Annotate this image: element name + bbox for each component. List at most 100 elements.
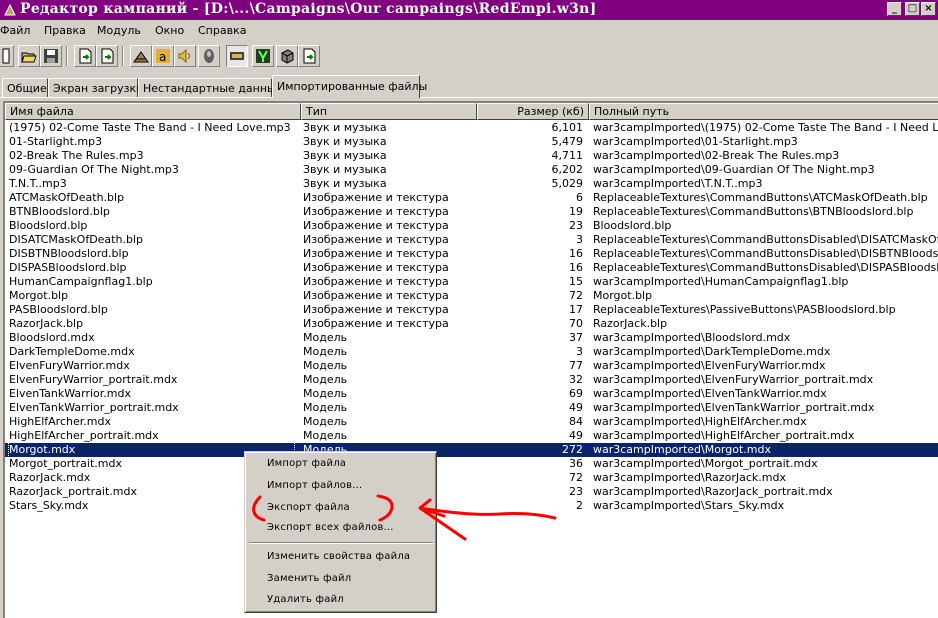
menu-file-properties[interactable]: Изменить свойства файла	[267, 551, 410, 562]
column-header-path[interactable]: Полный путь	[589, 103, 938, 120]
menu-module[interactable]: Модуль	[97, 24, 141, 37]
cell-path: ReplaceableTextures\CommandButtons\BTNBl…	[593, 205, 914, 218]
table-row[interactable]: (1975) 02-Come Taste The Band - I Need L…	[5, 121, 938, 135]
table-row[interactable]: ElvenTankWarrior_portrait.mdx Модель 49 war…	[5, 401, 938, 415]
menu-file[interactable]: Файл	[0, 24, 30, 37]
tab-loading-screen[interactable]: Экран загрузки	[48, 78, 143, 97]
table-row[interactable]: 02-Break The Rules.mp3 Звук и музыка 4,711…	[5, 149, 938, 163]
minimize-button[interactable]: _	[887, 2, 902, 16]
tab-imported-files[interactable]: Импортированные файлы	[272, 75, 427, 98]
table-row[interactable]: T.N.T..mp3 Звук и музыка 5,029 war3campImpo…	[5, 177, 938, 191]
menu-export-file[interactable]: Экспорт файла	[267, 502, 350, 513]
table-row[interactable]: Bloodslord.blp Изображение и текстура 23 Bl…	[5, 219, 938, 233]
table-row[interactable]: ElvenTankWarrior.mdx Модель 69 war3campImpo…	[5, 387, 938, 401]
menu-replace-file[interactable]: Заменить файл	[267, 573, 351, 584]
table-row[interactable]: DISBTNBloodslord.blp Изображение и тексту…	[5, 247, 938, 261]
imported-files-button[interactable]	[298, 45, 320, 67]
column-header-type[interactable]: Тип	[301, 103, 477, 120]
new-icon	[2, 48, 10, 64]
table-row[interactable]: HighElfArcher_portrait.mdx Модель 49 war3ca…	[5, 429, 938, 443]
menu-delete-file[interactable]: Удалить файл	[267, 594, 344, 605]
tab-custom-data[interactable]: Нестандартные данные	[138, 78, 283, 97]
menu-export-all-files[interactable]: Экспорт всех файлов...	[267, 522, 394, 533]
cell-size: 5,479	[551, 135, 584, 148]
table-row[interactable]: HighElfArcher.mdx Модель 84 war3campImporte…	[5, 415, 938, 429]
cell-path: war3campImported\(1975) 02-Come Taste Th…	[593, 121, 938, 134]
table-row[interactable]: BTNBloodslord.blp Изображение и текстура 1…	[5, 205, 938, 219]
terrain-icon	[133, 51, 149, 63]
cell-filename: DISBTNBloodslord.blp	[9, 247, 129, 260]
unit-button[interactable]	[198, 45, 220, 67]
cell-size: 5,029	[551, 177, 584, 190]
table-row[interactable]: 09-Guardian Of The Night.mp3 Звук и музык…	[5, 163, 938, 177]
text-icon: a	[156, 49, 170, 64]
column-header-size[interactable]: Размер (кб)	[477, 103, 589, 120]
table-row[interactable]: Morgot.blp Изображение и текстура 72 Morgot…	[5, 289, 938, 303]
open-button[interactable]	[18, 45, 40, 67]
cell-filename: ElvenTankWarrior_portrait.mdx	[9, 401, 179, 414]
table-row[interactable]: Morgot_portrait.mdxМодель36war3campImpor…	[5, 457, 938, 471]
table-row[interactable]: Stars_Sky.mdxМодель2war3campImported\Sta…	[5, 499, 938, 513]
cell-path: war3campImported\02-Break The Rules.mp3	[593, 149, 840, 162]
imported-files-list[interactable]: Имя файла Тип Размер (кб) Полный путь (1…	[3, 101, 938, 618]
cell-type: Изображение и текстура	[303, 317, 449, 330]
new-button[interactable]	[0, 45, 14, 67]
table-row[interactable]: DarkTempleDome.mdx Модель 3 war3campImporte…	[5, 345, 938, 359]
cell-type: Изображение и текстура	[303, 303, 449, 316]
menu-import-file[interactable]: Импорт файла	[267, 458, 346, 469]
close-button[interactable]: ×	[921, 2, 936, 16]
cell-filename: DarkTempleDome.mdx	[9, 345, 135, 358]
cell-size: 3	[576, 233, 583, 246]
object-button[interactable]	[276, 45, 298, 67]
cell-type: Модель	[303, 401, 348, 414]
table-row[interactable]: Morgot.mdx Модель 272 war3campImported\Morg…	[5, 442, 938, 458]
table-row[interactable]: DISPASBloodslord.blp Изображение и тексту…	[5, 261, 938, 275]
sound-button[interactable]	[174, 45, 196, 67]
cell-size: 23	[569, 485, 583, 498]
cell-path: war3campImported\01-Starlight.mp3	[593, 135, 798, 148]
cell-path: war3campImported\HighElfArcher.mdx	[593, 415, 807, 428]
table-row[interactable]: Bloodslord.mdx Модель 37 war3campImported\B…	[5, 331, 938, 345]
column-header-filename[interactable]: Имя файла	[5, 103, 301, 120]
table-row[interactable]: ElvenFuryWarrior_portrait.mdx Модель 32 war…	[5, 373, 938, 387]
menu-help[interactable]: Справка	[198, 24, 246, 37]
list-header: Имя файла Тип Размер (кб) Полный путь	[5, 103, 938, 120]
cell-path: war3campImported\Stars_Sky.mdx	[593, 499, 785, 512]
save-button[interactable]	[40, 45, 62, 67]
cell-filename: ATCMaskOfDeath.blp	[9, 191, 125, 204]
cell-type: Изображение и текстура	[303, 233, 449, 246]
menu-separator	[249, 542, 433, 544]
table-row[interactable]: 01-Starlight.mp3 Звук и музыка 5,479 war3ca…	[5, 135, 938, 149]
context-menu: Импорт файла Импорт файлов... Экспорт фа…	[244, 451, 437, 613]
cell-filename: HumanCampaignflag1.blp	[9, 275, 153, 288]
export-button[interactable]	[96, 45, 118, 67]
cell-filename: BTNBloodslord.blp	[9, 205, 110, 218]
cell-filename: RazorJack.blp	[9, 317, 84, 330]
cell-size: 36	[569, 457, 583, 470]
cell-size: 37	[569, 331, 583, 344]
loading-screen-button[interactable]	[226, 45, 248, 67]
cell-type: Модель	[303, 345, 348, 358]
cell-filename: 01-Starlight.mp3	[9, 135, 103, 148]
menu-window[interactable]: Окно	[155, 24, 184, 37]
menu-import-files[interactable]: Импорт файлов...	[267, 480, 362, 491]
import-button[interactable]	[74, 45, 96, 67]
custom-data-button[interactable]	[252, 45, 274, 67]
table-row[interactable]: PASBloodslord.blp Изображение и текстура 1…	[5, 303, 938, 317]
maximize-button[interactable]: □	[905, 2, 920, 16]
table-row[interactable]: HumanCampaignflag1.blp Изображение и текс…	[5, 275, 938, 289]
cell-filename: ElvenFuryWarrior_portrait.mdx	[9, 373, 178, 386]
terrain-button[interactable]	[130, 45, 152, 67]
table-row[interactable]: DISATCMaskOfDeath.blp Изображение и текст…	[5, 233, 938, 247]
table-row[interactable]: ATCMaskOfDeath.blp Изображение и текстура…	[5, 191, 938, 205]
menu-edit[interactable]: Правка	[44, 24, 86, 37]
cell-type: Звук и музыка	[303, 135, 387, 148]
table-row[interactable]: RazorJack.mdxМодель72war3campImported\Ra…	[5, 471, 938, 485]
text-button[interactable]: a	[152, 45, 174, 67]
save-icon	[44, 49, 58, 63]
table-row[interactable]: ElvenFuryWarrior.mdx Модель 77 war3campImpo…	[5, 359, 938, 373]
tab-general[interactable]: Общие	[2, 78, 48, 97]
table-row[interactable]: RazorJack_portrait.mdxМодель23war3campIm…	[5, 485, 938, 499]
table-row[interactable]: RazorJack.blp Изображение и текстура 70 Raz…	[5, 317, 938, 331]
cell-size: 77	[569, 359, 583, 372]
